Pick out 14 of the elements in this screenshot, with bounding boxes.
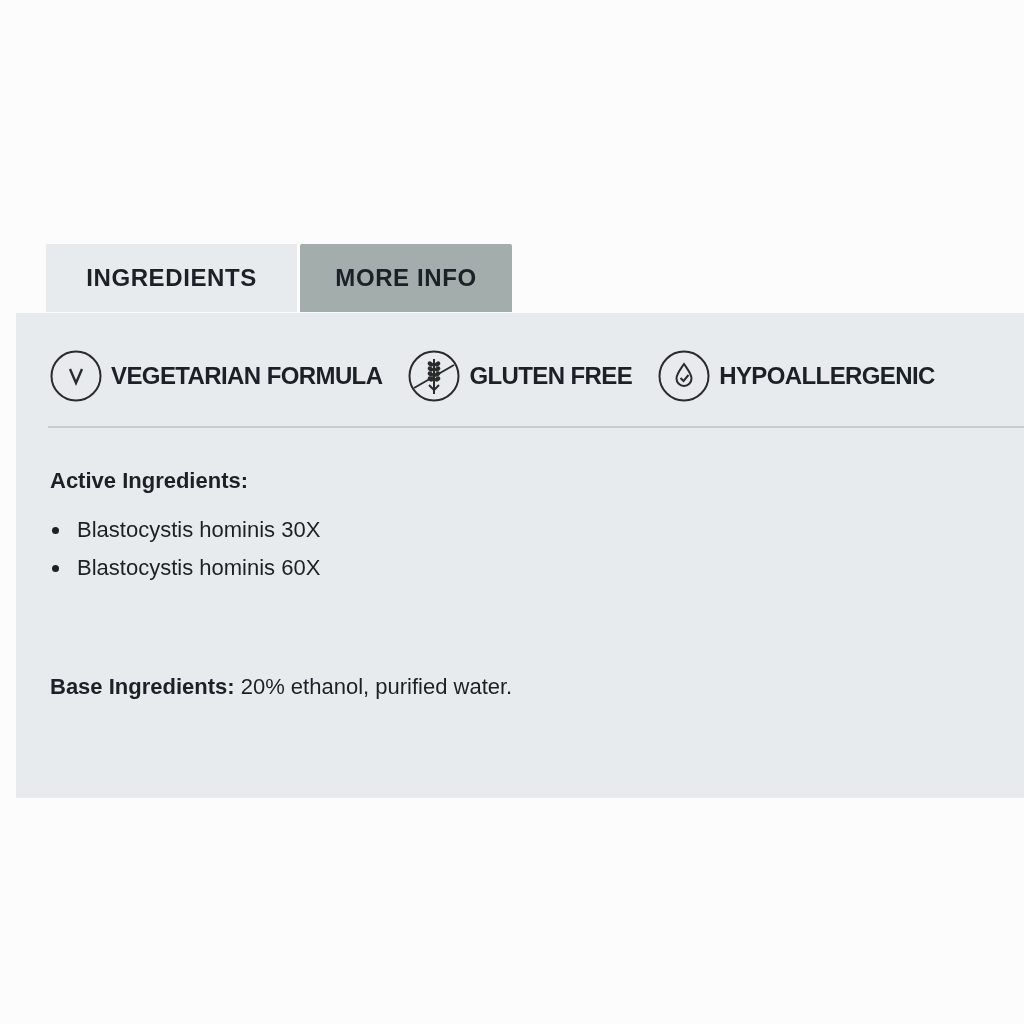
badge-label: GLUTEN FREE	[469, 361, 633, 391]
vegetarian-v-icon	[50, 350, 102, 402]
bullet-icon	[52, 526, 59, 534]
badge-label: VEGETARIAN FORMULA	[111, 361, 383, 391]
ingredient-item: Blastocystis hominis 60X	[77, 554, 321, 582]
base-ingredients-text: Base Ingredients: 20% ethanol, purified water.	[49, 673, 513, 701]
tab[interactable]: INGREDIENTS	[46, 244, 297, 312]
badge-label: HYPOALLERGENIC	[719, 361, 935, 391]
tab[interactable]: MORE INFO	[300, 244, 512, 312]
crossed-wheat-icon	[408, 350, 461, 402]
ingredient-item: Blastocystis hominis 30X	[77, 516, 321, 544]
bullet-icon	[52, 564, 59, 572]
droplet-check-icon	[658, 350, 711, 402]
active-ingredients-heading: Active Ingredients:	[49, 467, 250, 495]
